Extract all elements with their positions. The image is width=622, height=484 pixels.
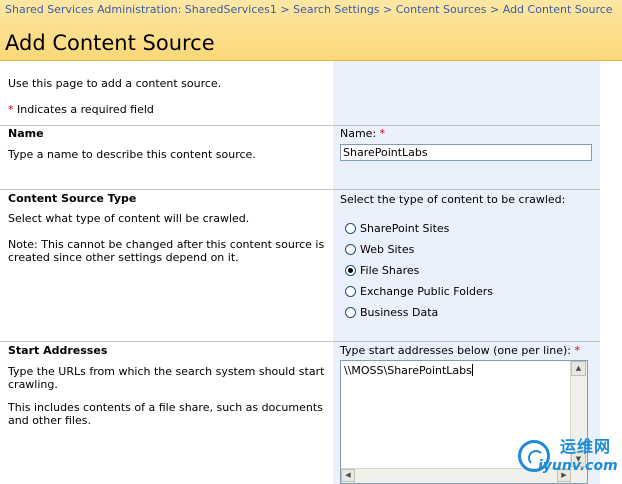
required-star: * [574, 344, 581, 357]
required-note: * Indicates a required field [8, 103, 154, 116]
type-field-label: Select the type of content to be crawled… [340, 193, 566, 206]
name-section-title: Name [8, 127, 44, 140]
name-label-text: Name: [340, 127, 377, 140]
start-section-note: This includes contents of a file share, … [8, 401, 323, 427]
breadcrumb-separator: > [383, 3, 393, 16]
required-star: * [8, 103, 14, 116]
section-divider [0, 189, 600, 190]
radio-button[interactable] [345, 307, 356, 318]
type-section-title: Content Source Type [8, 192, 137, 205]
start-address-value: \\MOSS\SharePointLabs [344, 364, 472, 377]
textarea-content: \\MOSS\SharePointLabs [344, 364, 473, 377]
breadcrumb-link-content-sources[interactable]: Content Sources [396, 3, 487, 16]
radio-label: File Shares [360, 264, 420, 277]
required-star: * [379, 127, 386, 140]
radio-label: Exchange Public Folders [360, 285, 494, 298]
watermark-url: iyunv.com [538, 458, 618, 474]
start-section-title: Start Addresses [8, 344, 108, 357]
section-divider [0, 341, 600, 342]
radio-label: Business Data [360, 306, 439, 319]
radio-button[interactable] [345, 286, 356, 297]
name-field-label: Name: * [340, 127, 385, 140]
breadcrumb-current: Add Content Source [502, 3, 613, 16]
radio-button[interactable] [345, 244, 356, 255]
type-section-note: Note: This cannot be changed after this … [8, 238, 325, 264]
scroll-left-arrow-icon[interactable]: ◀ [341, 469, 355, 482]
start-field-label: Type start addresses below (one per line… [340, 344, 580, 357]
breadcrumb: Shared Services Administration: SharedSe… [5, 3, 617, 16]
radio-label: SharePoint Sites [360, 222, 450, 235]
breadcrumb-separator: > [280, 3, 290, 16]
breadcrumb-separator: > [490, 3, 500, 16]
radio-label: Web Sites [360, 243, 415, 256]
radio-button[interactable] [345, 223, 356, 234]
radio-button-selected[interactable] [345, 265, 356, 276]
start-section-description: Type the URLs from which the search syst… [8, 365, 325, 391]
section-divider [0, 125, 600, 126]
scroll-up-arrow-icon[interactable]: ▲ [571, 361, 586, 376]
start-label-text: Type start addresses below (one per line… [340, 344, 571, 357]
watermark-text: 运维网 [560, 437, 612, 456]
page-title: Add Content Source [5, 31, 215, 55]
watermark-logo: 运维网 iyunv.com [514, 436, 620, 480]
text-caret [471, 364, 473, 376]
name-section-description: Type a name to describe this content sou… [8, 148, 256, 161]
type-section-description: Select what type of content will be craw… [8, 212, 250, 225]
name-input[interactable] [340, 144, 592, 161]
intro-text: Use this page to add a content source. [8, 77, 222, 90]
page-header: Shared Services Administration: SharedSe… [0, 0, 622, 61]
breadcrumb-link-ssp-admin[interactable]: Shared Services Administration: SharedSe… [5, 3, 277, 16]
breadcrumb-link-search-settings[interactable]: Search Settings [293, 3, 379, 16]
required-note-text: Indicates a required field [17, 103, 154, 116]
